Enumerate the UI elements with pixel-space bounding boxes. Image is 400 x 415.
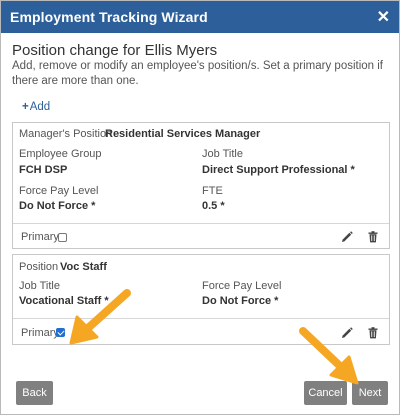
force-pay-level-value: Do Not Force * xyxy=(19,200,96,212)
fte-label: FTE xyxy=(202,185,223,197)
primary-checkbox[interactable] xyxy=(56,328,65,337)
plus-icon: + xyxy=(22,101,29,113)
position-header-value: Residential Services Manager xyxy=(105,128,261,140)
position-card-footer: Primary xyxy=(13,318,389,345)
pencil-icon[interactable] xyxy=(340,230,354,244)
job-title-label: Job Title xyxy=(19,280,60,292)
employee-group-label: Employee Group xyxy=(19,148,102,160)
job-title-value: Direct Support Professional * xyxy=(202,164,355,176)
primary-label: Primary xyxy=(21,327,59,339)
force-pay-level-label: Force Pay Level xyxy=(19,185,99,197)
fte-value: 0.5 * xyxy=(202,200,225,212)
employment-tracking-wizard-dialog: Employment Tracking Wizard ✕ Position ch… xyxy=(0,0,400,415)
position-header-label: Position xyxy=(19,261,59,273)
page-heading: Position change for Ellis Myers xyxy=(12,42,218,59)
primary-label: Primary xyxy=(21,231,59,243)
trash-icon[interactable] xyxy=(366,230,380,244)
add-position-link[interactable]: +Add xyxy=(22,101,50,113)
cancel-button[interactable]: Cancel xyxy=(304,381,347,405)
back-button[interactable]: Back xyxy=(16,381,53,405)
position-card-voc-staff: Position Voc Staff Job Title Vocational … xyxy=(12,254,390,345)
instructions-text: Add, remove or modify an employee's posi… xyxy=(12,60,384,87)
job-title-value: Vocational Staff * xyxy=(19,295,109,307)
primary-checkbox[interactable] xyxy=(58,233,67,242)
position-header-value: Voc Staff xyxy=(60,261,107,273)
position-header-label: Manager's Position xyxy=(19,128,113,140)
dialog-title: Employment Tracking Wizard xyxy=(10,9,208,25)
job-title-label: Job Title xyxy=(202,148,243,160)
trash-icon[interactable] xyxy=(366,326,380,340)
employee-group-value: FCH DSP xyxy=(19,164,68,176)
pencil-icon[interactable] xyxy=(340,326,354,340)
force-pay-level-label: Force Pay Level xyxy=(202,280,282,292)
force-pay-level-value: Do Not Force * xyxy=(202,295,279,307)
next-button[interactable]: Next xyxy=(352,381,388,405)
close-icon[interactable]: ✕ xyxy=(377,7,390,27)
add-label: Add xyxy=(29,101,51,113)
position-card-footer: Primary xyxy=(13,223,389,249)
dialog-titlebar: Employment Tracking Wizard ✕ xyxy=(1,1,399,33)
position-card-managers: Manager's Position Residential Services … xyxy=(12,122,390,249)
